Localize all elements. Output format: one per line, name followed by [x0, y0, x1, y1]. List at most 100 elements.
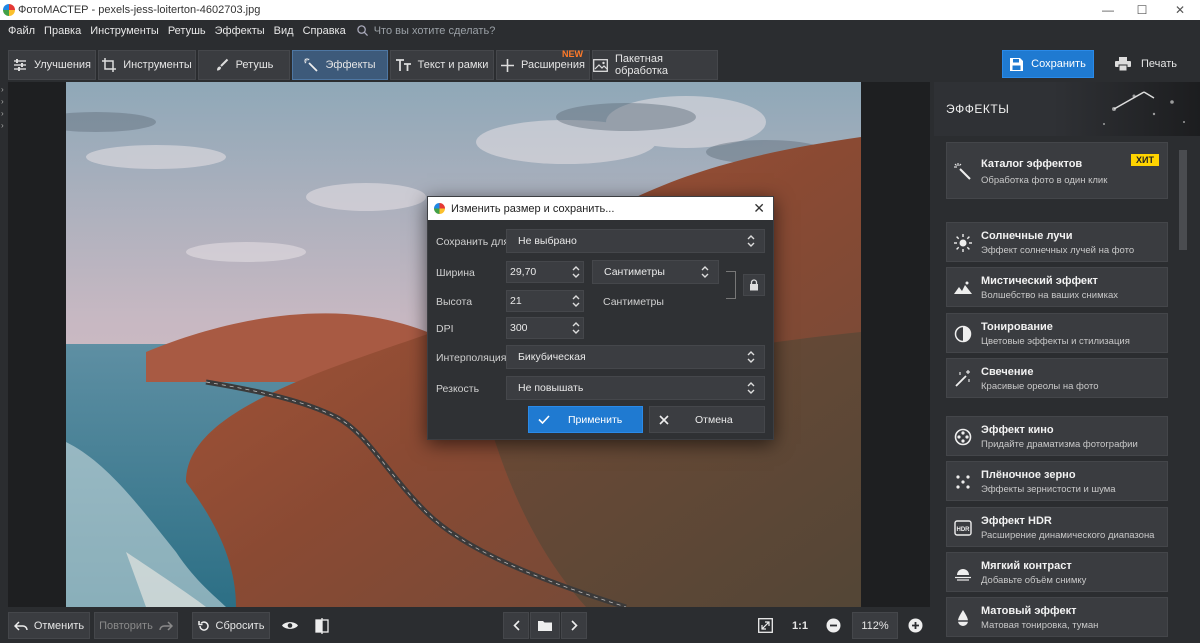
close-icon[interactable]: ✕ [753, 200, 765, 217]
menu-effects[interactable]: Эффекты [215, 25, 265, 37]
sparkle-wand-icon [955, 370, 970, 387]
menu-help[interactable]: Справка [303, 25, 346, 37]
width-input[interactable]: 29,70 [506, 261, 584, 283]
cancel-button[interactable]: Отмена [649, 406, 765, 433]
chevron-right-icon: › [1, 85, 4, 94]
dpi-label: DPI [436, 323, 454, 335]
bottom-bar: Отменить Повторить Сбросить 1:1 112% [0, 607, 934, 643]
effect-title: Солнечные лучи [981, 230, 1073, 242]
panel-header-decoration-icon [1103, 91, 1185, 125]
sun-icon [954, 234, 972, 252]
panel-scrollbar[interactable] [1179, 142, 1187, 607]
left-collapse-strip[interactable]: › › › › [0, 82, 8, 607]
tab-tools[interactable]: Инструменты [98, 50, 196, 80]
zoom-in-button[interactable] [904, 612, 926, 639]
effect-subtitle: Эффект солнечных лучей на фото [981, 245, 1135, 256]
tab-retouch-label: Ретушь [235, 59, 274, 71]
compare-button[interactable] [308, 612, 336, 639]
folder-icon [538, 621, 552, 631]
effect-title: Мистический эффект [981, 275, 1098, 287]
command-search[interactable]: Что вы хотите сделать? [356, 24, 496, 37]
tab-extensions[interactable]: Расширения NEW [496, 49, 590, 80]
dpi-input[interactable]: 300 [506, 317, 584, 339]
effect-title: Матовый эффект [981, 605, 1077, 617]
redo-button[interactable]: Повторить [94, 612, 178, 639]
sharpness-select[interactable]: Не повышать [506, 376, 765, 400]
effect-item-soft-contrast[interactable]: Мягкий контраст Добавьте объём снимку [946, 552, 1168, 592]
menu-edit[interactable]: Правка [44, 25, 81, 37]
new-badge: NEW [562, 49, 583, 59]
tab-text-frames[interactable]: Текст и рамки [390, 50, 494, 80]
tab-batch[interactable]: Пакетная обработка [592, 50, 718, 80]
menu-retouch[interactable]: Ретушь [168, 25, 206, 37]
open-folder-button[interactable] [530, 612, 560, 639]
aspect-lock-button[interactable] [743, 274, 765, 296]
app-logo-icon [434, 203, 445, 214]
print-button[interactable]: Печать [1100, 50, 1192, 78]
menu-view[interactable]: Вид [274, 25, 294, 37]
grain-icon [956, 475, 970, 489]
plus-circle-icon [908, 618, 922, 633]
effect-item-glow[interactable]: Свечение Красивые ореолы на фото [946, 358, 1168, 398]
undo-button[interactable]: Отменить [8, 612, 90, 639]
search-placeholder: Что вы хотите сделать? [373, 24, 496, 37]
effect-item-hdr[interactable]: HDR Эффект HDR Расширение динамического … [946, 507, 1168, 547]
effect-subtitle: Эффекты зернистости и шума [981, 484, 1116, 495]
tab-effects[interactable]: Эффекты [292, 50, 388, 80]
chevron-left-icon [512, 620, 520, 631]
zoom-out-button[interactable] [822, 612, 844, 639]
redo-icon [159, 620, 173, 631]
effect-item-cinema[interactable]: Эффект кино Придайте драматизма фотограф… [946, 416, 1168, 456]
minimize-button[interactable]: — [1091, 0, 1125, 20]
effect-subtitle: Красивые ореолы на фото [981, 381, 1099, 392]
effect-item-matte[interactable]: Матовый эффект Матовая тонировка, туман [946, 597, 1168, 637]
minus-circle-icon [826, 618, 840, 633]
save-button[interactable]: Сохранить [1002, 50, 1094, 78]
effect-catalog-card[interactable]: Каталог эффектов Обработка фото в один к… [946, 142, 1168, 199]
unit-select[interactable]: Сантиметры [592, 260, 719, 284]
zoom-level[interactable]: 112% [852, 612, 898, 639]
prev-image-button[interactable] [503, 612, 529, 639]
save-for-select[interactable]: Не выбрано [506, 229, 765, 253]
updown-arrows-icon [747, 382, 755, 394]
unit-value: Сантиметры [604, 266, 665, 278]
effect-item-sun-rays[interactable]: Солнечные лучи Эффект солнечных лучей на… [946, 222, 1168, 262]
hit-badge: ХИТ [1131, 154, 1159, 166]
reset-icon [197, 620, 209, 631]
interpolation-select[interactable]: Бикубическая [506, 345, 765, 369]
next-image-button[interactable] [561, 612, 587, 639]
maximize-button[interactable]: ☐ [1125, 0, 1159, 20]
effect-subtitle: Матовая тонировка, туман [981, 620, 1099, 631]
panel-title: ЭФФЕКТЫ [946, 102, 1010, 116]
close-icon [659, 414, 669, 425]
effect-item-film-grain[interactable]: Плёночное зерно Эффекты зернистости и шу… [946, 461, 1168, 501]
tab-retouch[interactable]: Ретушь [198, 50, 290, 80]
effect-item-mystic[interactable]: Мистический эффект Волшебство на ваших с… [946, 267, 1168, 307]
menu-file[interactable]: Файл [8, 25, 35, 37]
actual-size-button[interactable]: 1:1 [786, 612, 814, 639]
width-value: 29,70 [510, 266, 537, 278]
preview-toggle-button[interactable] [276, 612, 304, 639]
fullscreen-icon [757, 618, 773, 633]
tab-extensions-label: Расширения [521, 59, 585, 71]
spinner-arrows-icon[interactable] [572, 294, 580, 308]
panel-scrollbar-thumb[interactable] [1179, 150, 1187, 250]
height-label: Высота [436, 296, 473, 308]
apply-button[interactable]: Применить [528, 406, 643, 433]
spinner-arrows-icon[interactable] [572, 265, 580, 279]
effect-item-toning[interactable]: Тонирование Цветовые эффекты и стилизаци… [946, 313, 1168, 353]
brush-icon [216, 58, 228, 71]
printer-icon [1114, 57, 1131, 71]
tab-enhance[interactable]: Улучшения [8, 50, 96, 80]
save-for-label: Сохранить для [436, 236, 510, 248]
reset-button[interactable]: Сбросить [192, 612, 270, 639]
print-button-label: Печать [1140, 58, 1178, 70]
close-window-button[interactable]: ✕ [1163, 0, 1197, 20]
effect-title: Свечение [981, 366, 1034, 378]
chevron-right-icon: › [1, 109, 4, 118]
fit-screen-button[interactable] [752, 612, 778, 639]
spinner-arrows-icon[interactable] [572, 321, 580, 335]
menu-tools[interactable]: Инструменты [90, 25, 159, 37]
soft-contrast-icon [955, 569, 971, 581]
height-input[interactable]: 21 [506, 290, 584, 312]
